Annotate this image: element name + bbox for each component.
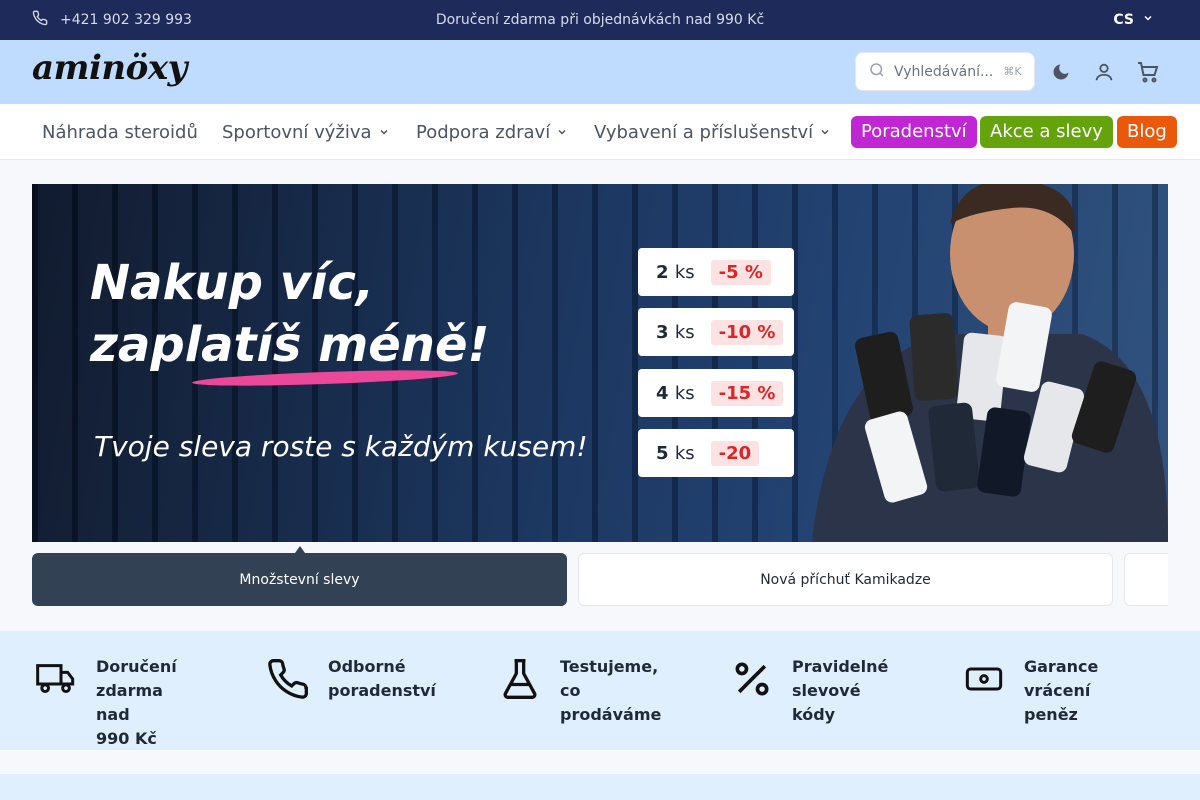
nav-pill-sales[interactable]: Akce a slevy [980, 116, 1113, 148]
slide-tab-quantity-discounts[interactable]: Množstevní slevy [32, 553, 567, 606]
search-shortcut: ⌘K [1003, 65, 1022, 78]
active-slide-caret [295, 546, 305, 553]
nav-item-sports-nutrition[interactable]: Sportovní výživa [222, 104, 390, 160]
chevron-down-icon [819, 122, 831, 143]
hero-banner[interactable]: Nakup víc, zaplatíš méně! Tvoje sleva ro… [32, 184, 1168, 542]
discount-tier: 3 ks -10 % [638, 308, 794, 356]
chevron-down-icon [1142, 12, 1154, 28]
next-section-edge [0, 774, 1200, 800]
phone-contact[interactable]: +421 902 329 993 [32, 0, 192, 40]
feature-text: Testujeme, co prodáváme [560, 657, 662, 724]
moon-icon[interactable] [1049, 60, 1073, 84]
nav-pill-blog[interactable]: Blog [1117, 116, 1177, 148]
user-icon[interactable] [1092, 60, 1116, 84]
banner-headline: Nakup víc, zaplatíš méně! [90, 252, 489, 376]
discount-tier: 4 ks -15 % [638, 369, 794, 417]
site-logo[interactable]: aminöxy [32, 48, 187, 88]
slide-tab-kamikadze[interactable]: Nová příchuť Kamikadze [578, 553, 1113, 606]
feature-text: Doručení zdarma nad 990 Kč [96, 657, 177, 748]
language-code: CS [1113, 12, 1134, 28]
main-navigation: Náhrada steroidů Sportovní výživa Podpor… [0, 104, 1200, 160]
tier-discount: -10 % [710, 319, 784, 345]
banner-subline: Tvoje sleva roste s každým kusem! [94, 430, 588, 463]
man-holding-supplements-image [792, 184, 1168, 542]
top-bar: Doručení zdarma při objednávkách nad 990… [0, 0, 1200, 40]
truck-icon [32, 655, 80, 703]
tier-quantity: 4 ks [656, 382, 695, 404]
cart-icon[interactable] [1136, 60, 1160, 84]
percent-icon [728, 655, 776, 703]
banknote-icon [960, 655, 1008, 703]
tier-quantity: 3 ks [656, 321, 695, 343]
nav-item-label: Vybavení a příslušenství [594, 121, 814, 143]
nav-item-equipment[interactable]: Vybavení a příslušenství [594, 104, 831, 160]
site-header: aminöxy Vyhledávání... ⌘K [0, 40, 1200, 104]
tier-discount: -5 % [710, 259, 771, 285]
nav-item-label: Náhrada steroidů [42, 121, 198, 143]
tier-quantity: 5 ks [656, 442, 695, 464]
tier-discount: -15 % [710, 380, 784, 406]
banner-headline-line-1: Nakup víc, [90, 255, 375, 311]
phone-icon [264, 655, 312, 703]
discount-tier: 5 ks -20 [638, 429, 794, 477]
feature-text: Garance vrácení peněz [1024, 657, 1099, 724]
banner-headline-line-2: zaplatíš méně! [90, 317, 490, 373]
tier-quantity: 2 ks [656, 261, 695, 283]
search-input[interactable]: Vyhledávání... ⌘K [855, 52, 1035, 91]
nav-item-steroid-replacement[interactable]: Náhrada steroidů [42, 104, 198, 160]
chevron-down-icon [556, 122, 568, 143]
phone-number: +421 902 329 993 [60, 12, 192, 28]
feature-text: Pravidelné slevové kódy [792, 657, 889, 724]
discount-tier: 2 ks -5 % [638, 248, 794, 296]
search-icon [868, 61, 886, 83]
nav-item-health-support[interactable]: Podpora zdraví [416, 104, 568, 160]
phone-icon [32, 10, 48, 30]
search-placeholder: Vyhledávání... [894, 63, 994, 80]
feature-text: Odborné poradenství [328, 657, 436, 700]
flask-icon [496, 655, 544, 703]
nav-item-label: Sportovní výživa [222, 121, 372, 143]
chevron-down-icon [378, 122, 390, 143]
feature-strip: Doručení zdarma nad 990 Kč Odborné porad… [0, 631, 1200, 750]
nav-item-label: Podpora zdraví [416, 121, 551, 143]
language-selector[interactable]: CS [1113, 0, 1154, 40]
slide-tab-next[interactable] [1124, 553, 1168, 606]
banner-slide-tabs: Množstevní slevy Nová příchuť Kamikadze [32, 553, 1168, 607]
nav-pill-consulting[interactable]: Poradenství [851, 116, 977, 148]
tier-discount: -20 [710, 440, 760, 466]
